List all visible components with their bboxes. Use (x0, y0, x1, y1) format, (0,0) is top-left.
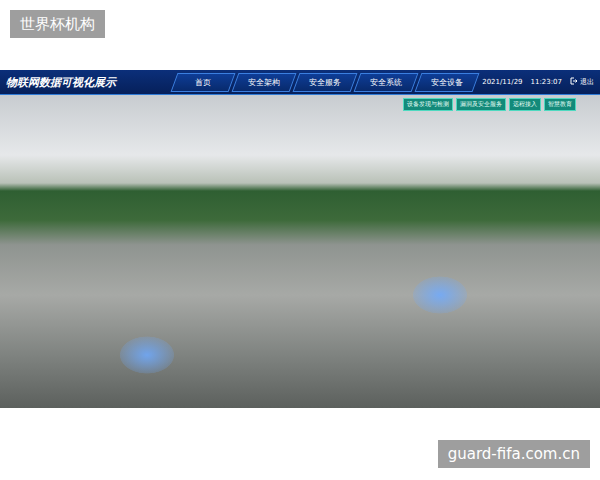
nav-bar: 物联网数据可视化展示 首页 安全架构 安全服务 安全系统 安全设备 2021/11/29 11… (0, 70, 600, 95)
sub-button[interactable]: 设备发现与检测 (403, 98, 453, 111)
sub-button[interactable]: 远程接入 (509, 98, 541, 111)
nav-tab[interactable]: 安全系统 (354, 73, 419, 92)
exit-icon (570, 77, 578, 87)
bottom-strip: guard-fifa.com.cn (0, 408, 600, 480)
nav-tab-label: 安全系统 (370, 77, 402, 88)
logout-label: 退出 (580, 77, 594, 87)
app-title: 物联网数据可视化展示 (6, 75, 168, 90)
nav-tab[interactable]: 安全架构 (232, 73, 297, 92)
nav-tab[interactable]: 安全服务 (293, 73, 358, 92)
sub-buttons: 设备发现与检测漏洞及安全服务远程接入智慧教育 (403, 98, 576, 111)
app-screenshot: 物联网数据可视化展示 首页 安全架构 安全服务 安全系统 安全设备 2021/11/29 11… (0, 70, 600, 408)
site-url: guard-fifa.com.cn (438, 440, 590, 468)
nav-tab[interactable]: 首页 (171, 73, 236, 92)
city-scene: 设备发现与检测漏洞及安全服务远程接入智慧教育 (0, 95, 600, 408)
nav-tabs: 首页 安全架构 安全服务 安全系统 安全设备 (174, 73, 476, 92)
nav-tab-label: 安全架构 (248, 77, 280, 88)
nav-tab[interactable]: 安全设备 (415, 73, 480, 92)
date: 2021/11/29 (482, 78, 522, 86)
sub-button[interactable]: 漏洞及安全服务 (456, 98, 506, 111)
site-badge: 世界杯机构 (10, 10, 105, 38)
sub-button[interactable]: 智慧教育 (544, 98, 576, 111)
nav-tab-label: 安全设备 (431, 77, 463, 88)
top-strip: 世界杯机构 (0, 0, 600, 70)
nav-tab-label: 首页 (195, 77, 211, 88)
time: 11:23:07 (531, 78, 562, 86)
clock: 2021/11/29 11:23:07 退出 (482, 77, 594, 87)
logout-button[interactable]: 退出 (570, 77, 594, 87)
nav-tab-label: 安全服务 (309, 77, 341, 88)
